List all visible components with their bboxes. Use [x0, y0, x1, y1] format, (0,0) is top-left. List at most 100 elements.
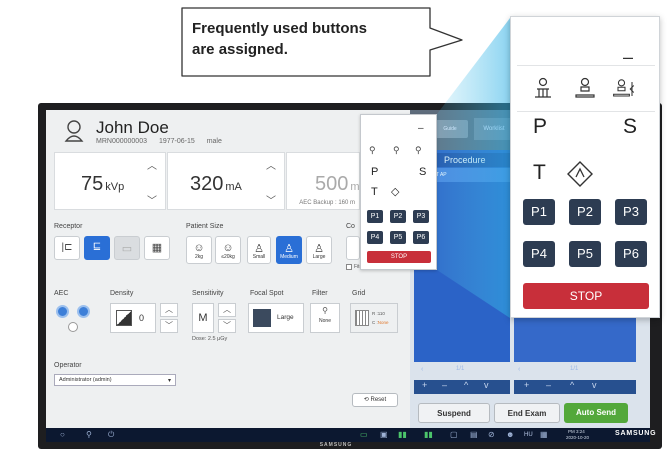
receptor-portable-button[interactable]: ▭ [114, 236, 140, 260]
network-icon[interactable]: ▭ [360, 430, 368, 440]
size-medium-button[interactable]: ♙ Medium [276, 236, 302, 264]
size-2kg-button[interactable]: ☺ 2kg [186, 236, 212, 264]
prev-page-icon[interactable]: ‹ [518, 366, 520, 373]
bucky-position-icon[interactable]: ⚲ [393, 145, 400, 156]
reset-button[interactable]: ⟲ Reset [352, 393, 398, 407]
preset-p3-button[interactable]: P3 [615, 199, 647, 225]
mini-preset-p5[interactable]: P5 [390, 231, 406, 244]
tab-guide[interactable]: Guide [432, 120, 468, 138]
p-button[interactable]: P [533, 115, 547, 139]
tab-worklist[interactable]: Worklist [474, 118, 514, 140]
prev-page-icon[interactable]: ‹ [421, 366, 423, 373]
minimize-button[interactable]: – [418, 123, 424, 134]
receptor-detector-button[interactable]: ▦ [144, 236, 170, 260]
move-up-icon[interactable]: ^ [464, 380, 468, 390]
mini-preset-p2[interactable]: P2 [390, 210, 406, 223]
size-small-button[interactable]: ♙ Small [247, 236, 271, 264]
preset-p4-button[interactable]: P4 [523, 241, 555, 267]
monitor-icon[interactable]: ▣ [380, 430, 388, 440]
table-position-icon[interactable]: ⚲ [369, 145, 376, 156]
keyboard-icon[interactable]: ▦ [540, 430, 548, 440]
suspend-button[interactable]: Suspend [418, 403, 490, 423]
mini-preset-p6[interactable]: P6 [413, 231, 429, 244]
size-20kg-button[interactable]: ☺ ≤20kg [215, 236, 241, 264]
size-label: Large [312, 254, 326, 260]
size-label: Small [252, 254, 266, 260]
mini-s-button[interactable]: S [419, 166, 426, 178]
mini-p-button[interactable]: P [371, 166, 378, 178]
density-control[interactable]: 0 [110, 303, 156, 333]
preset-p6-button[interactable]: P6 [615, 241, 647, 267]
power-icon[interactable]: ○ [60, 430, 65, 440]
move-up-icon[interactable]: ^ [570, 380, 574, 390]
tube-position-icon[interactable]: ⚲ [415, 145, 422, 156]
remove-icon[interactable]: – [442, 380, 447, 390]
aec-chamber-right[interactable] [77, 305, 90, 318]
portable-detector-icon: ▭ [121, 243, 133, 255]
kv-control[interactable]: 75 kVp ︿ ﹀ [54, 152, 166, 210]
move-down-icon[interactable]: v [592, 380, 597, 390]
aec-chamber-center[interactable] [68, 322, 78, 332]
mini-preset-p1[interactable]: P1 [367, 210, 383, 223]
end-exam-button[interactable]: End Exam [494, 403, 560, 423]
bucky-position-icon[interactable] [571, 77, 599, 101]
operator-select[interactable]: Administrator (admin) ▾ [54, 374, 176, 386]
fit-checkbox[interactable] [346, 264, 352, 270]
add-icon[interactable]: + [422, 380, 427, 390]
filter-control[interactable]: ⚲ None [310, 303, 340, 333]
mini-stop-button[interactable]: STOP [367, 251, 431, 263]
no-wifi-icon[interactable]: ⊘ [488, 430, 495, 440]
add-icon[interactable]: + [524, 380, 529, 390]
mini-t-button[interactable]: T [371, 186, 378, 198]
density-down-button[interactable]: ﹀ [160, 319, 178, 333]
mini-preset-p4[interactable]: P4 [367, 231, 383, 244]
chevron-down-icon[interactable]: ﹀ [147, 192, 157, 207]
s-button[interactable]: S [623, 115, 637, 139]
stop-button[interactable]: STOP [523, 283, 649, 309]
collimator-button[interactable] [346, 236, 360, 260]
tube-position-icon[interactable] [611, 77, 639, 101]
aec-chamber-left[interactable] [56, 305, 69, 318]
table-position-icon[interactable] [529, 77, 557, 101]
display-icon[interactable]: ▢ [450, 430, 458, 440]
size-large-button[interactable]: ♙ Large [306, 236, 332, 264]
user-icon[interactable]: ☻ [506, 430, 514, 440]
move-down-icon[interactable]: v [484, 380, 489, 390]
ma-control[interactable]: 320 mA ︿ ﹀ [167, 152, 285, 210]
receptor-table-button[interactable]: ⊑ [84, 236, 110, 260]
mini-preset-p3[interactable]: P3 [413, 210, 429, 223]
chevron-up-icon[interactable]: ︿ [266, 157, 276, 172]
clock-date: 2020-10-20 [566, 435, 590, 440]
preset-p5-button[interactable]: P5 [569, 241, 601, 267]
diamond-button-icon[interactable] [567, 161, 593, 187]
shutdown-icon[interactable]: ⏻ [108, 430, 114, 440]
mini-diamond-icon[interactable]: ◇ [391, 185, 399, 198]
hu-indicator[interactable]: HU [524, 430, 533, 440]
patient-size-label: Patient Size [186, 223, 224, 230]
bezel-logo: SAMSUNG [319, 442, 353, 448]
remove-icon[interactable]: – [546, 380, 551, 390]
child-icon: ☺ [222, 242, 234, 254]
auto-send-button[interactable]: Auto Send [564, 403, 628, 423]
chevron-down-icon[interactable]: ﹀ [266, 192, 276, 207]
search-icon[interactable]: ⚲ [86, 430, 92, 440]
sensitivity-up-button[interactable]: ︿ [218, 303, 236, 317]
grid-label: Grid [352, 290, 366, 297]
sensitivity-value: M [192, 303, 214, 333]
collimator-label: Co [346, 223, 355, 230]
storage-icon[interactable]: ▤ [470, 430, 478, 440]
receptor-wall-stand-button[interactable]: |⊏ [54, 236, 80, 260]
detector-status-icon-2[interactable]: ▮▮ [424, 430, 433, 440]
grid-control[interactable]: R :110 C :None [350, 303, 398, 333]
t-button[interactable]: T [533, 161, 546, 185]
density-up-button[interactable]: ︿ [160, 303, 178, 317]
preset-p1-button[interactable]: P1 [523, 199, 555, 225]
sensitivity-down-button[interactable]: ﹀ [218, 319, 236, 333]
aec-backup-text: AEC Backup : 160 m [299, 200, 355, 206]
preset-p2-button[interactable]: P2 [569, 199, 601, 225]
ma-value: 320 [190, 173, 224, 195]
chevron-up-icon[interactable]: ︿ [147, 157, 157, 172]
focal-spot-control[interactable]: Large [248, 303, 304, 333]
mas-control[interactable]: 500 m AEC Backup : 160 m [286, 152, 360, 210]
detector-status-icon[interactable]: ▮▮ [398, 430, 407, 440]
